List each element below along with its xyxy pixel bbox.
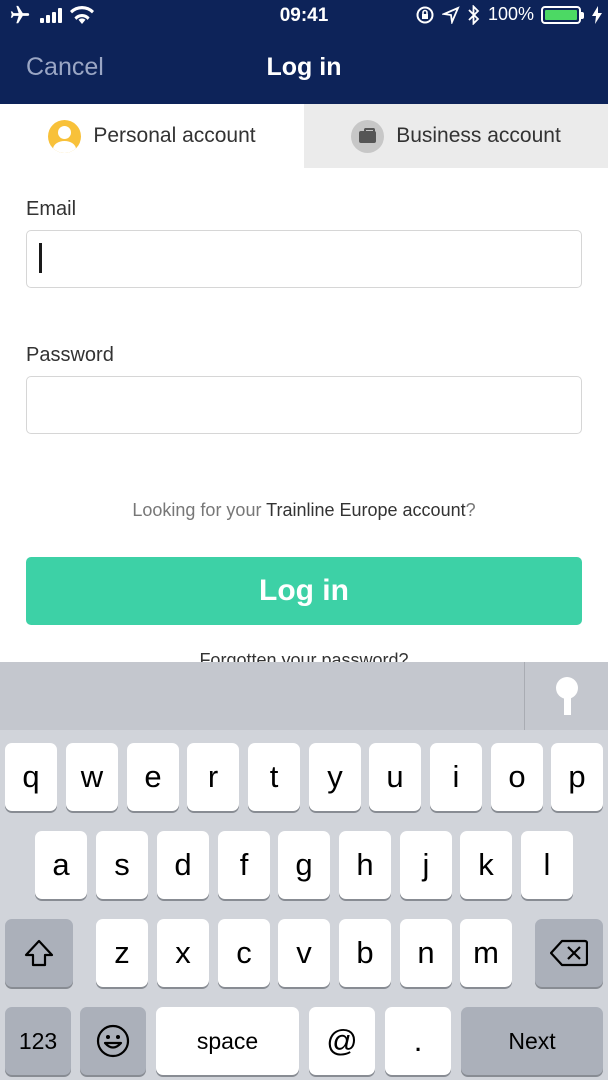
key-e[interactable]: e [127,743,179,811]
key-a[interactable]: a [35,831,87,899]
next-key[interactable]: Next [461,1007,603,1075]
trainline-europe-link[interactable]: Trainline Europe account [266,500,465,520]
battery-text: 100% [487,4,534,24]
status-bar: 09:41 100% [0,0,608,34]
key-w[interactable]: w [66,743,118,811]
key-u[interactable]: u [369,743,421,811]
key-g[interactable]: g [278,831,330,899]
tab-business-label: Business account [396,124,561,147]
key-q[interactable]: q [5,743,57,811]
avatar-icon [48,119,82,153]
key-icon [555,677,578,715]
email-label: Email [26,198,77,220]
key-f[interactable]: f [218,831,270,899]
at-key[interactable]: @ [309,1007,375,1075]
europe-account-prompt: Looking for your Trainline Europe accoun… [0,500,608,521]
key-i[interactable]: i [430,743,482,811]
charging-icon [592,5,602,24]
key-s[interactable]: s [96,831,148,899]
bluetooth-icon [468,4,480,25]
tab-business-account[interactable]: Business account [304,104,608,168]
key-d[interactable]: d [157,831,209,899]
key-c[interactable]: c [218,919,270,987]
europe-suffix: ? [465,500,476,520]
key-x[interactable]: x [157,919,209,987]
dot-key[interactable]: . [385,1007,451,1075]
key-y[interactable]: y [309,743,361,811]
key-h[interactable]: h [339,831,391,899]
key-t[interactable]: t [248,743,300,811]
key-b[interactable]: b [339,919,391,987]
account-tabs: Personal account Business account [0,104,608,168]
backspace-icon [550,939,588,967]
key-p[interactable]: p [551,743,603,811]
shift-icon [24,939,54,967]
key-r[interactable]: r [187,743,239,811]
backspace-key[interactable] [535,919,603,987]
keyboard: q w e r t y u i o p a s d f g h j k l z … [0,662,608,1080]
forgot-password-link[interactable]: Forgotten your password? [0,650,608,662]
space-key[interactable]: space [156,1007,299,1075]
key-v[interactable]: v [278,919,330,987]
password-key-button[interactable] [525,662,608,730]
password-field[interactable] [26,376,582,434]
briefcase-icon [351,119,385,153]
battery-icon [541,5,584,24]
rotation-lock-icon [416,6,434,23]
emoji-key[interactable] [80,1007,146,1075]
keyboard-accessory-bar [0,662,608,730]
key-m[interactable]: m [460,919,512,987]
text-caret [39,243,42,273]
europe-prefix: Looking for your [132,500,267,520]
emoji-icon [96,1024,130,1058]
location-icon [441,5,460,24]
shift-key[interactable] [5,919,73,987]
login-button[interactable]: Log in [26,557,582,625]
email-field[interactable] [26,230,582,288]
tab-personal-label: Personal account [93,124,256,147]
key-o[interactable]: o [491,743,543,811]
status-right: 100% [415,4,602,25]
key-l[interactable]: l [521,831,573,899]
page-title: Log in [266,53,342,81]
key-n[interactable]: n [400,919,452,987]
key-k[interactable]: k [460,831,512,899]
numbers-key[interactable]: 123 [5,1007,71,1075]
key-z[interactable]: z [96,919,148,987]
top-bar: 09:41 100% Cancel Log in [0,0,608,104]
password-label: Password [26,344,114,366]
tab-personal-account[interactable]: Personal account [0,104,304,168]
key-j[interactable]: j [400,831,452,899]
